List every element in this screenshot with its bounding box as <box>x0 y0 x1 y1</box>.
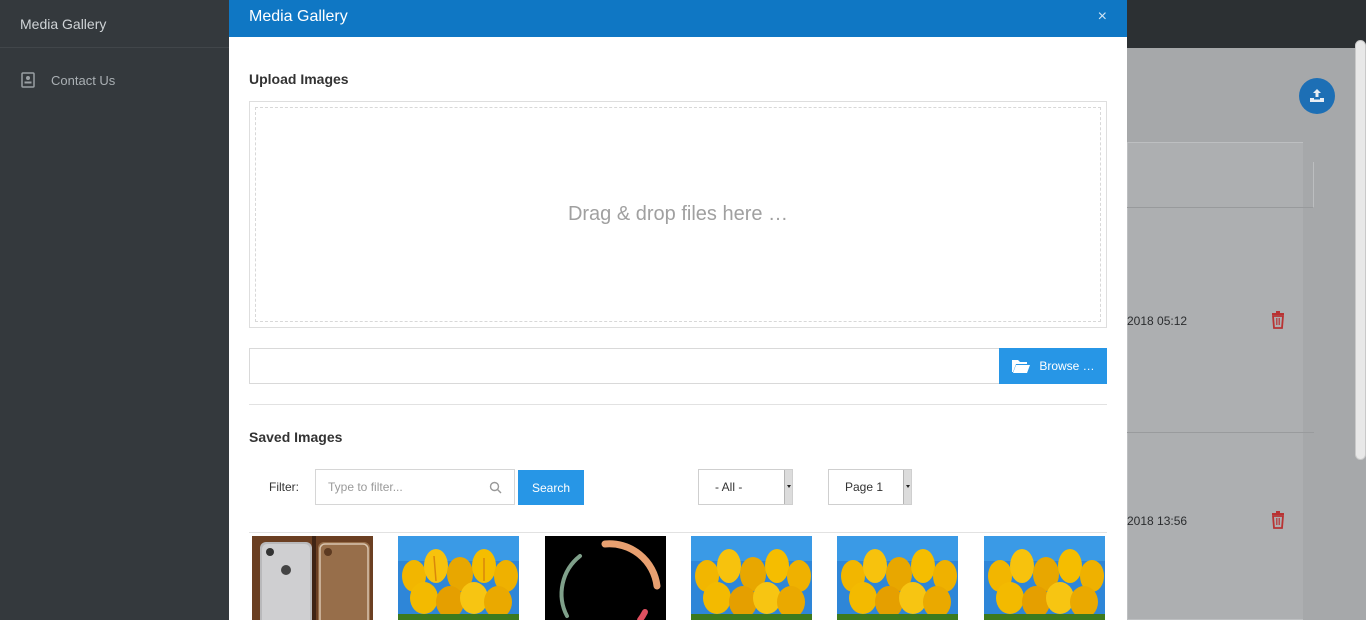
row-divider <box>1127 432 1314 433</box>
image-thumbnail-tulips[interactable] <box>837 536 958 620</box>
sidebar-title: Media Gallery <box>0 0 229 48</box>
browse-label: Browse … <box>1039 359 1095 373</box>
page-scrollbar[interactable] <box>1355 40 1366 460</box>
contact-card-icon <box>20 72 36 88</box>
media-gallery-modal: Media Gallery × Upload Images Drag & dro… <box>229 0 1127 620</box>
saved-images-heading: Saved Images <box>249 429 343 445</box>
dropzone-text: Drag & drop files here … <box>255 107 1101 322</box>
row-date: 2018 05:12 <box>1127 314 1188 328</box>
row-date: 2018 13:56 <box>1127 514 1188 528</box>
modal-title: Media Gallery <box>249 7 348 25</box>
category-select[interactable]: - All - <box>698 469 793 505</box>
close-icon[interactable]: × <box>1098 8 1107 26</box>
search-icon <box>489 481 502 493</box>
image-thumbnail-iphone[interactable] <box>252 536 373 620</box>
grid-divider <box>249 532 1107 533</box>
saved-images-grid <box>249 536 1107 620</box>
chevron-down-icon <box>784 470 792 504</box>
category-select-value: - All - <box>715 480 743 494</box>
upload-tray-icon <box>1310 89 1324 102</box>
chevron-down-icon <box>903 470 911 504</box>
folder-open-icon <box>1012 360 1031 373</box>
file-name-input[interactable] <box>250 349 999 383</box>
page-select-value: Page 1 <box>845 480 884 494</box>
file-dropzone[interactable]: Drag & drop files here … <box>249 101 1107 328</box>
modal-header: Media Gallery × <box>229 0 1127 37</box>
search-button[interactable]: Search <box>518 470 584 505</box>
upload-fab-button[interactable] <box>1299 78 1335 114</box>
app-sidebar: Media Gallery Contact Us <box>0 0 229 620</box>
trash-icon[interactable] <box>1270 311 1286 329</box>
image-thumbnail-tulips[interactable] <box>691 536 812 620</box>
filter-field <box>315 469 515 505</box>
sidebar-item-contact-us[interactable]: Contact Us <box>0 48 229 112</box>
browse-button[interactable]: Browse … <box>999 348 1107 384</box>
page-select[interactable]: Page 1 <box>828 469 912 505</box>
trash-icon[interactable] <box>1270 511 1286 529</box>
background-table-header <box>1127 162 1314 208</box>
image-thumbnail-tulips[interactable] <box>398 536 519 620</box>
upload-images-heading: Upload Images <box>249 71 349 87</box>
image-thumbnail-tulips[interactable] <box>984 536 1105 620</box>
filter-toolbar: Filter: Search - All - Page 1 <box>249 469 1107 505</box>
sidebar-item-label: Contact Us <box>51 72 116 88</box>
modal-body: Upload Images Drag & drop files here … B… <box>229 71 1127 620</box>
file-picker: Browse … <box>249 348 1107 384</box>
background-panel <box>1127 142 1303 620</box>
section-divider <box>249 404 1107 405</box>
image-thumbnail-circle[interactable] <box>545 536 666 620</box>
filter-input[interactable] <box>328 480 489 494</box>
filter-label: Filter: <box>269 480 299 494</box>
